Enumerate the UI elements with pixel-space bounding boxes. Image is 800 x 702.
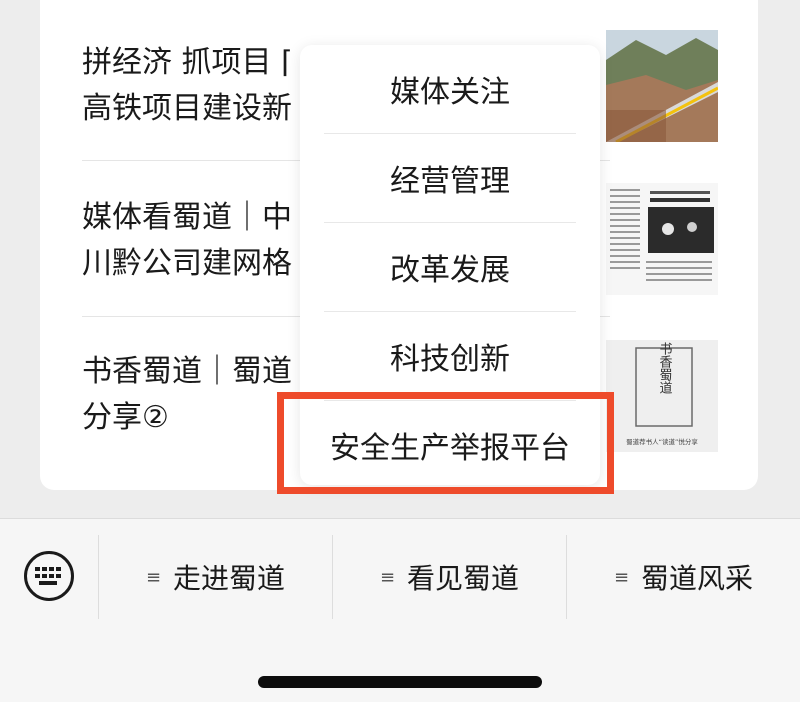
tab-label: 看见蜀道 [407, 562, 520, 595]
railway-landscape-image [606, 30, 718, 142]
menu-item-media-focus[interactable]: 媒体关注 [300, 45, 600, 133]
keyboard-icon[interactable] [24, 551, 74, 601]
poster-caption: 蜀道荐书人“读道”悦分享 [626, 437, 698, 446]
newspaper-clipping-image [606, 183, 718, 295]
bottom-menu-bar: ≡ 走进蜀道 ≡ 看见蜀道 ≡ 蜀道风采 [0, 518, 800, 702]
menu-item-tech-innovation[interactable]: 科技创新 [300, 312, 600, 400]
tab-enter-shudao[interactable]: ≡ 走进蜀道 [99, 537, 332, 617]
menu-item-reform-development[interactable]: 改革发展 [300, 223, 600, 311]
tab-label: 蜀道风采 [641, 562, 754, 595]
tab-see-shudao[interactable]: ≡ 看见蜀道 [333, 537, 566, 617]
poster-main-text: 书香蜀道 [657, 342, 673, 394]
hamburger-icon: ≡ [379, 566, 396, 588]
tab-label: 走进蜀道 [173, 562, 286, 595]
menu-item-business-management[interactable]: 经营管理 [300, 134, 600, 222]
hamburger-icon: ≡ [145, 566, 162, 588]
book-fragrance-poster-image: 书香蜀道 蜀道荐书人“读道”悦分享 [606, 340, 718, 452]
highlight-box [277, 392, 614, 494]
tab-shudao-style[interactable]: ≡ 蜀道风采 [567, 537, 800, 617]
home-indicator[interactable] [258, 676, 542, 688]
hamburger-icon: ≡ [613, 566, 630, 588]
